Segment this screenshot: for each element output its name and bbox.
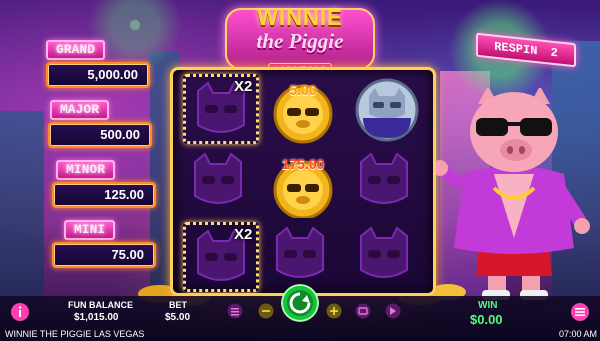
reel-cell-silver (349, 74, 425, 144)
game-title-footer: WINNIE THE PIGGIE LAS VEGAS (5, 329, 145, 339)
pig-silhouette-icon (360, 226, 408, 278)
pig-character-mascot (436, 88, 590, 308)
multiplier-badge: X2 (234, 78, 253, 95)
info-icon[interactable] (10, 302, 30, 322)
balance-label: FUN BALANCE (68, 300, 133, 310)
win-label: WIN (478, 300, 498, 311)
jackpot-value: 125.00 (52, 182, 156, 208)
jackpot-label: GRAND (46, 40, 106, 60)
reel-cell-coin: 175.00 (265, 148, 341, 220)
multiplier-badge: X2 (234, 226, 253, 243)
jackpot-label: MAJOR (50, 100, 110, 120)
game-stage: WINNIE the Piggie LAS VEGAS GRAND 5,000.… (0, 0, 600, 341)
pig-silhouette-icon (360, 152, 408, 204)
jackpot-label: MINI (64, 220, 116, 240)
plus-icon[interactable] (326, 303, 342, 319)
bet-value: $5.00 (165, 312, 191, 323)
menu-icon[interactable] (227, 303, 243, 319)
balance-value: $1,015.00 (74, 312, 119, 323)
reel-cell-coin: 5.00 (265, 74, 341, 144)
reel-cell (349, 222, 425, 292)
logo-subtitle: the Piggie (256, 29, 344, 53)
reel-cell (183, 148, 259, 218)
jackpot-label: MINOR (56, 160, 116, 180)
sound-icon[interactable] (570, 302, 590, 322)
win-value: $0.00 (470, 312, 503, 327)
bottom-bar: FUN BALANCE $1,015.00 BET $5.00 WIN $0.0… (0, 284, 600, 341)
jackpot-value: 500.00 (48, 122, 152, 148)
respin-label: RESPIN (494, 39, 538, 59)
coin-value: 175.00 (281, 156, 325, 172)
jackpot-value: 75.00 (52, 242, 156, 268)
silver-pig-coin-icon (355, 78, 419, 142)
reel-cell (265, 222, 341, 292)
respin-count: 2 (550, 45, 558, 61)
pig-silhouette-icon (276, 226, 324, 278)
bet-label: BET (169, 300, 187, 310)
turbo-icon[interactable] (385, 303, 401, 319)
bg-building (0, 111, 44, 301)
reel-cell-sticky: X2 (183, 74, 259, 144)
autoplay-icon[interactable] (355, 303, 371, 319)
clock: 07:00 AM (559, 329, 598, 339)
spin-icon[interactable] (281, 284, 319, 322)
reel-grid: X2 5.00 175.00 X2 (170, 67, 436, 296)
reel-cell (349, 148, 425, 218)
pig-silhouette-icon (194, 152, 242, 204)
minus-icon[interactable] (258, 303, 274, 319)
logo-title: WINNIE (257, 5, 343, 30)
reel-cell-sticky: X2 (183, 222, 259, 292)
coin-value: 5.00 (289, 82, 317, 98)
jackpot-value: 5,000.00 (46, 62, 150, 88)
